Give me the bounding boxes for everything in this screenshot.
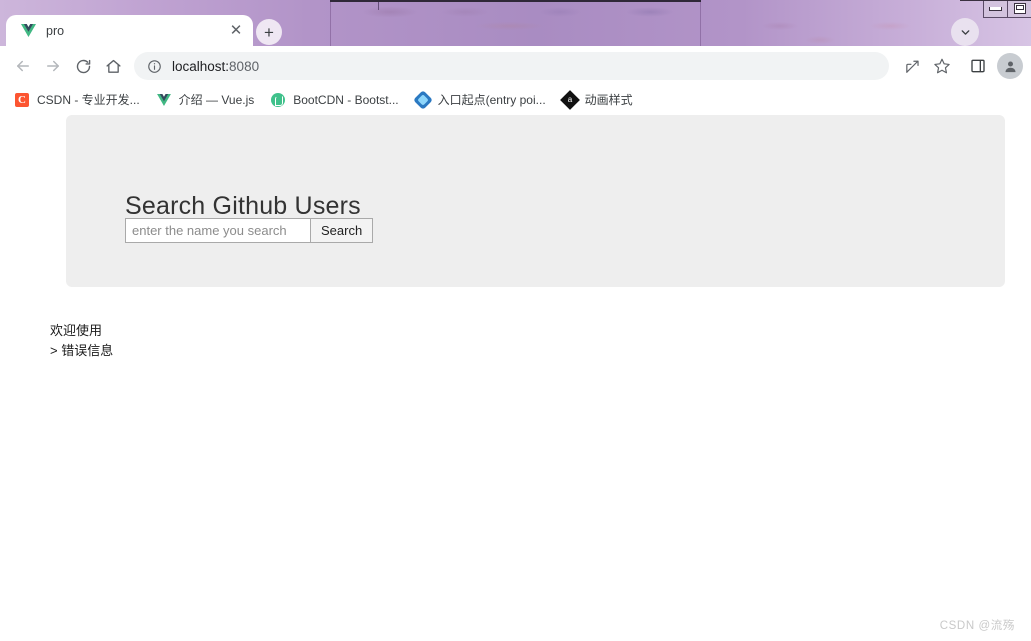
maximize-icon bbox=[1013, 3, 1026, 14]
bookmark-label: BootCDN - Bootst... bbox=[293, 92, 399, 107]
forward-arrow-icon[interactable] bbox=[38, 51, 68, 81]
window-controls bbox=[983, 0, 1031, 18]
chevron-down-icon[interactable] bbox=[951, 18, 979, 46]
status-error-text: > 错误信息 bbox=[50, 343, 114, 358]
page-content: Search Github Users Search 欢迎使用 > 错误信息 C… bbox=[0, 114, 1031, 641]
info-circle-icon[interactable] bbox=[146, 58, 162, 74]
share-icon[interactable] bbox=[897, 51, 927, 81]
bootcdn-icon bbox=[270, 92, 286, 108]
animation-icon bbox=[559, 89, 580, 110]
tab-strip: pro ✕ + bbox=[0, 0, 1031, 46]
home-icon[interactable] bbox=[98, 51, 128, 81]
status-block: 欢迎使用 > 错误信息 bbox=[50, 321, 113, 361]
search-button[interactable]: Search bbox=[310, 218, 374, 243]
bookmark-vuejs[interactable]: 介绍 — Vue.js bbox=[150, 89, 261, 111]
minimize-button[interactable] bbox=[984, 0, 1008, 17]
vue-logo-icon bbox=[20, 23, 36, 39]
maximize-button[interactable] bbox=[1008, 0, 1031, 17]
new-tab-button[interactable]: + bbox=[256, 19, 282, 45]
window-seam-left bbox=[330, 0, 331, 46]
back-arrow-icon[interactable] bbox=[8, 51, 38, 81]
address-bar-url: localhost:8080 bbox=[172, 59, 259, 74]
address-bar[interactable]: localhost:8080 bbox=[134, 52, 889, 80]
profile-avatar-icon[interactable] bbox=[997, 53, 1023, 79]
side-panel-icon[interactable] bbox=[963, 51, 993, 81]
search-input[interactable] bbox=[125, 218, 311, 243]
background-window-bleed-secondary bbox=[700, 18, 1031, 46]
url-host: localhost: bbox=[172, 58, 230, 74]
star-icon[interactable] bbox=[927, 51, 957, 81]
bookmark-bootcdn[interactable]: BootCDN - Bootst... bbox=[264, 89, 404, 111]
bookmark-label: 入口起点(entry poi... bbox=[437, 93, 546, 107]
bookmark-label: CSDN - 专业开发... bbox=[37, 93, 140, 107]
webpack-icon bbox=[412, 89, 433, 110]
browser-window: pro ✕ + localhost:8080 C CSDN - 专业开发... … bbox=[0, 0, 1031, 641]
minimize-icon bbox=[989, 6, 1002, 11]
status-welcome-text: 欢迎使用 bbox=[50, 323, 103, 338]
bookmark-csdn[interactable]: C CSDN - 专业开发... bbox=[8, 89, 146, 111]
bookmark-webpack-entry[interactable]: 入口起点(entry poi... bbox=[409, 89, 552, 111]
bookmark-label: 动画样式 bbox=[584, 93, 633, 107]
browser-toolbar: localhost:8080 bbox=[0, 46, 1031, 86]
bookmark-animation[interactable]: 动画样式 bbox=[556, 89, 639, 111]
page-title: Search Github Users bbox=[125, 191, 361, 220]
jumbotron-panel: Search Github Users Search bbox=[66, 115, 1005, 287]
vue-logo-icon bbox=[156, 92, 172, 108]
url-port: 8080 bbox=[229, 58, 260, 74]
close-icon[interactable]: ✕ bbox=[225, 20, 247, 42]
tab-title: pro bbox=[46, 23, 65, 38]
bookmarks-bar: C CSDN - 专业开发... 介绍 — Vue.js BootCDN - B… bbox=[0, 86, 1031, 114]
reload-icon[interactable] bbox=[68, 51, 98, 81]
csdn-icon: C bbox=[14, 92, 30, 108]
csdn-watermark: CSDN @流殇 bbox=[939, 620, 1015, 632]
window-frame-topline bbox=[330, 0, 701, 2]
window-seam-right bbox=[700, 0, 701, 46]
browser-tab-pro[interactable]: pro ✕ bbox=[6, 15, 253, 46]
window-controls-topline bbox=[960, 0, 1031, 1]
background-window-bleed bbox=[330, 0, 1031, 30]
search-form: Search bbox=[125, 218, 374, 243]
bookmark-label: 介绍 — Vue.js bbox=[178, 93, 255, 107]
